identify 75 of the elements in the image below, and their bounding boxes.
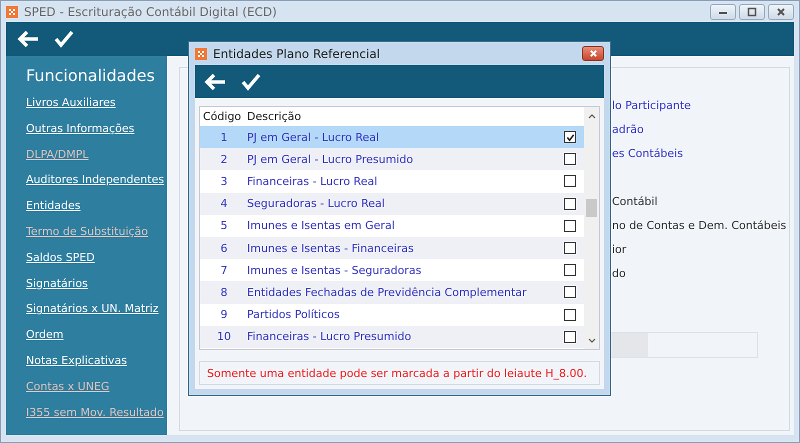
checkbox[interactable]: [564, 330, 576, 343]
link[interactable]: adrão: [612, 123, 789, 147]
table-row[interactable]: 10 Financeiras - Lucro Presumido: [200, 326, 584, 348]
table-cell-text: PJ em Geral - Lucro Presumido: [246, 152, 414, 166]
table-row[interactable]: 4 Seguradoras - Lucro Real: [200, 192, 584, 215]
table-row[interactable]: 1 PJ em Geral - Lucro Real: [200, 126, 584, 148]
checkbox[interactable]: [564, 131, 576, 144]
sidebar-link[interactable]: Outras Informações: [26, 122, 167, 148]
option-label: ior: [612, 243, 628, 258]
table-row[interactable]: 6 Imunes e Isentas - Financeiras: [200, 236, 584, 260]
table-cell-text: Imunes e Isentas em Geral: [246, 219, 396, 232]
sidebar-link[interactable]: Ordem: [26, 328, 167, 354]
sidebar-link[interactable]: Signatários x UN. Matriz: [26, 302, 167, 328]
option-label: Contábil: [612, 195, 659, 210]
scroll-up-icon[interactable]: [588, 113, 596, 119]
scroll-thumb[interactable]: [586, 199, 597, 217]
table-cell-text: 1: [220, 130, 228, 144]
table-cell-text: 6: [220, 242, 228, 255]
close-icon: [776, 6, 786, 16]
table-cell-text: 9: [220, 308, 228, 322]
table-cell-text: Imunes e Isentas - Seguradoras: [246, 264, 422, 277]
scrollbar[interactable]: [584, 107, 599, 349]
table-cell-text: Partidos Políticos: [246, 308, 341, 322]
checkbox[interactable]: [564, 242, 576, 254]
table-cell-text: Imunes e Isentas - Financeiras: [246, 242, 415, 255]
app-icon: [195, 48, 207, 60]
table-cell-text: Financeiras - Lucro Presumido: [246, 330, 412, 344]
sidebar-link[interactable]: Livros Auxiliares: [26, 96, 167, 122]
minimize-button[interactable]: [710, 4, 736, 20]
link[interactable]: lo Participante: [612, 99, 789, 123]
maximize-button[interactable]: [739, 4, 765, 20]
table-cell-text: 3: [220, 174, 228, 188]
sidebar-link[interactable]: Entidades: [26, 199, 167, 225]
table-cell-text: 4: [220, 197, 228, 210]
close-icon: [588, 49, 598, 58]
app-icon: [6, 6, 18, 18]
table-cell-text: Seguradoras - Lucro Real: [246, 197, 386, 210]
option-label: do: [612, 267, 627, 282]
link[interactable]: es Contábeis: [612, 147, 789, 171]
close-button[interactable]: [768, 4, 794, 20]
column-header: Código: [202, 110, 242, 123]
sidebar-title: Funcionalidades: [26, 66, 156, 85]
table-cell-text: 7: [220, 264, 228, 277]
table-cell-text: 8: [220, 286, 228, 299]
checkbox[interactable]: [564, 153, 576, 166]
maximize-icon: [747, 6, 757, 16]
dialog-title: Entidades Plano Referencial: [213, 46, 380, 60]
checkmark-icon[interactable]: [239, 72, 263, 92]
scroll-down-icon[interactable]: [588, 338, 596, 344]
table-cell-text: Entidades Fechadas de Previdência Complementar: [246, 286, 528, 299]
table-row[interactable]: 8 Entidades Fechadas de Previdência Complementar: [200, 281, 584, 304]
checkbox[interactable]: [564, 286, 576, 298]
table-cell-text: 2: [220, 152, 228, 166]
checkmark-icon[interactable]: [52, 29, 76, 49]
table-cell-text: Financeiras - Lucro Real: [246, 174, 378, 188]
sidebar-link[interactable]: Signatários: [26, 276, 167, 302]
sidebar-link[interactable]: Auditores Independentes: [26, 173, 167, 200]
checkbox[interactable]: [564, 220, 576, 232]
close-button[interactable]: [582, 46, 604, 61]
window-title: SPED - Escrituração Contábil Digital (ECD): [24, 4, 277, 18]
column-header: Descrição: [246, 110, 302, 123]
sidebar-link[interactable]: Saldos SPED: [26, 250, 167, 277]
back-arrow-icon[interactable]: [203, 72, 227, 92]
checkbox[interactable]: [564, 175, 576, 188]
table-cell-text: 10: [216, 330, 232, 344]
checkbox[interactable]: [564, 308, 576, 321]
checkbox[interactable]: [564, 264, 576, 276]
warning-message: Somente uma entidade pode ser marcada a partir do leiaute H_8.00.: [199, 361, 600, 385]
table-cell-text: PJ em Geral - Lucro Real: [246, 130, 380, 144]
table-row[interactable]: 2 PJ em Geral - Lucro Presumido: [200, 148, 584, 170]
back-arrow-icon[interactable]: [16, 29, 40, 49]
option-label: no de Contas e Dem. Contábeis: [612, 219, 788, 234]
table-cell-text: 5: [220, 219, 228, 232]
sidebar-link[interactable]: Notas Explicativas: [26, 354, 167, 380]
checkbox[interactable]: [564, 198, 576, 210]
